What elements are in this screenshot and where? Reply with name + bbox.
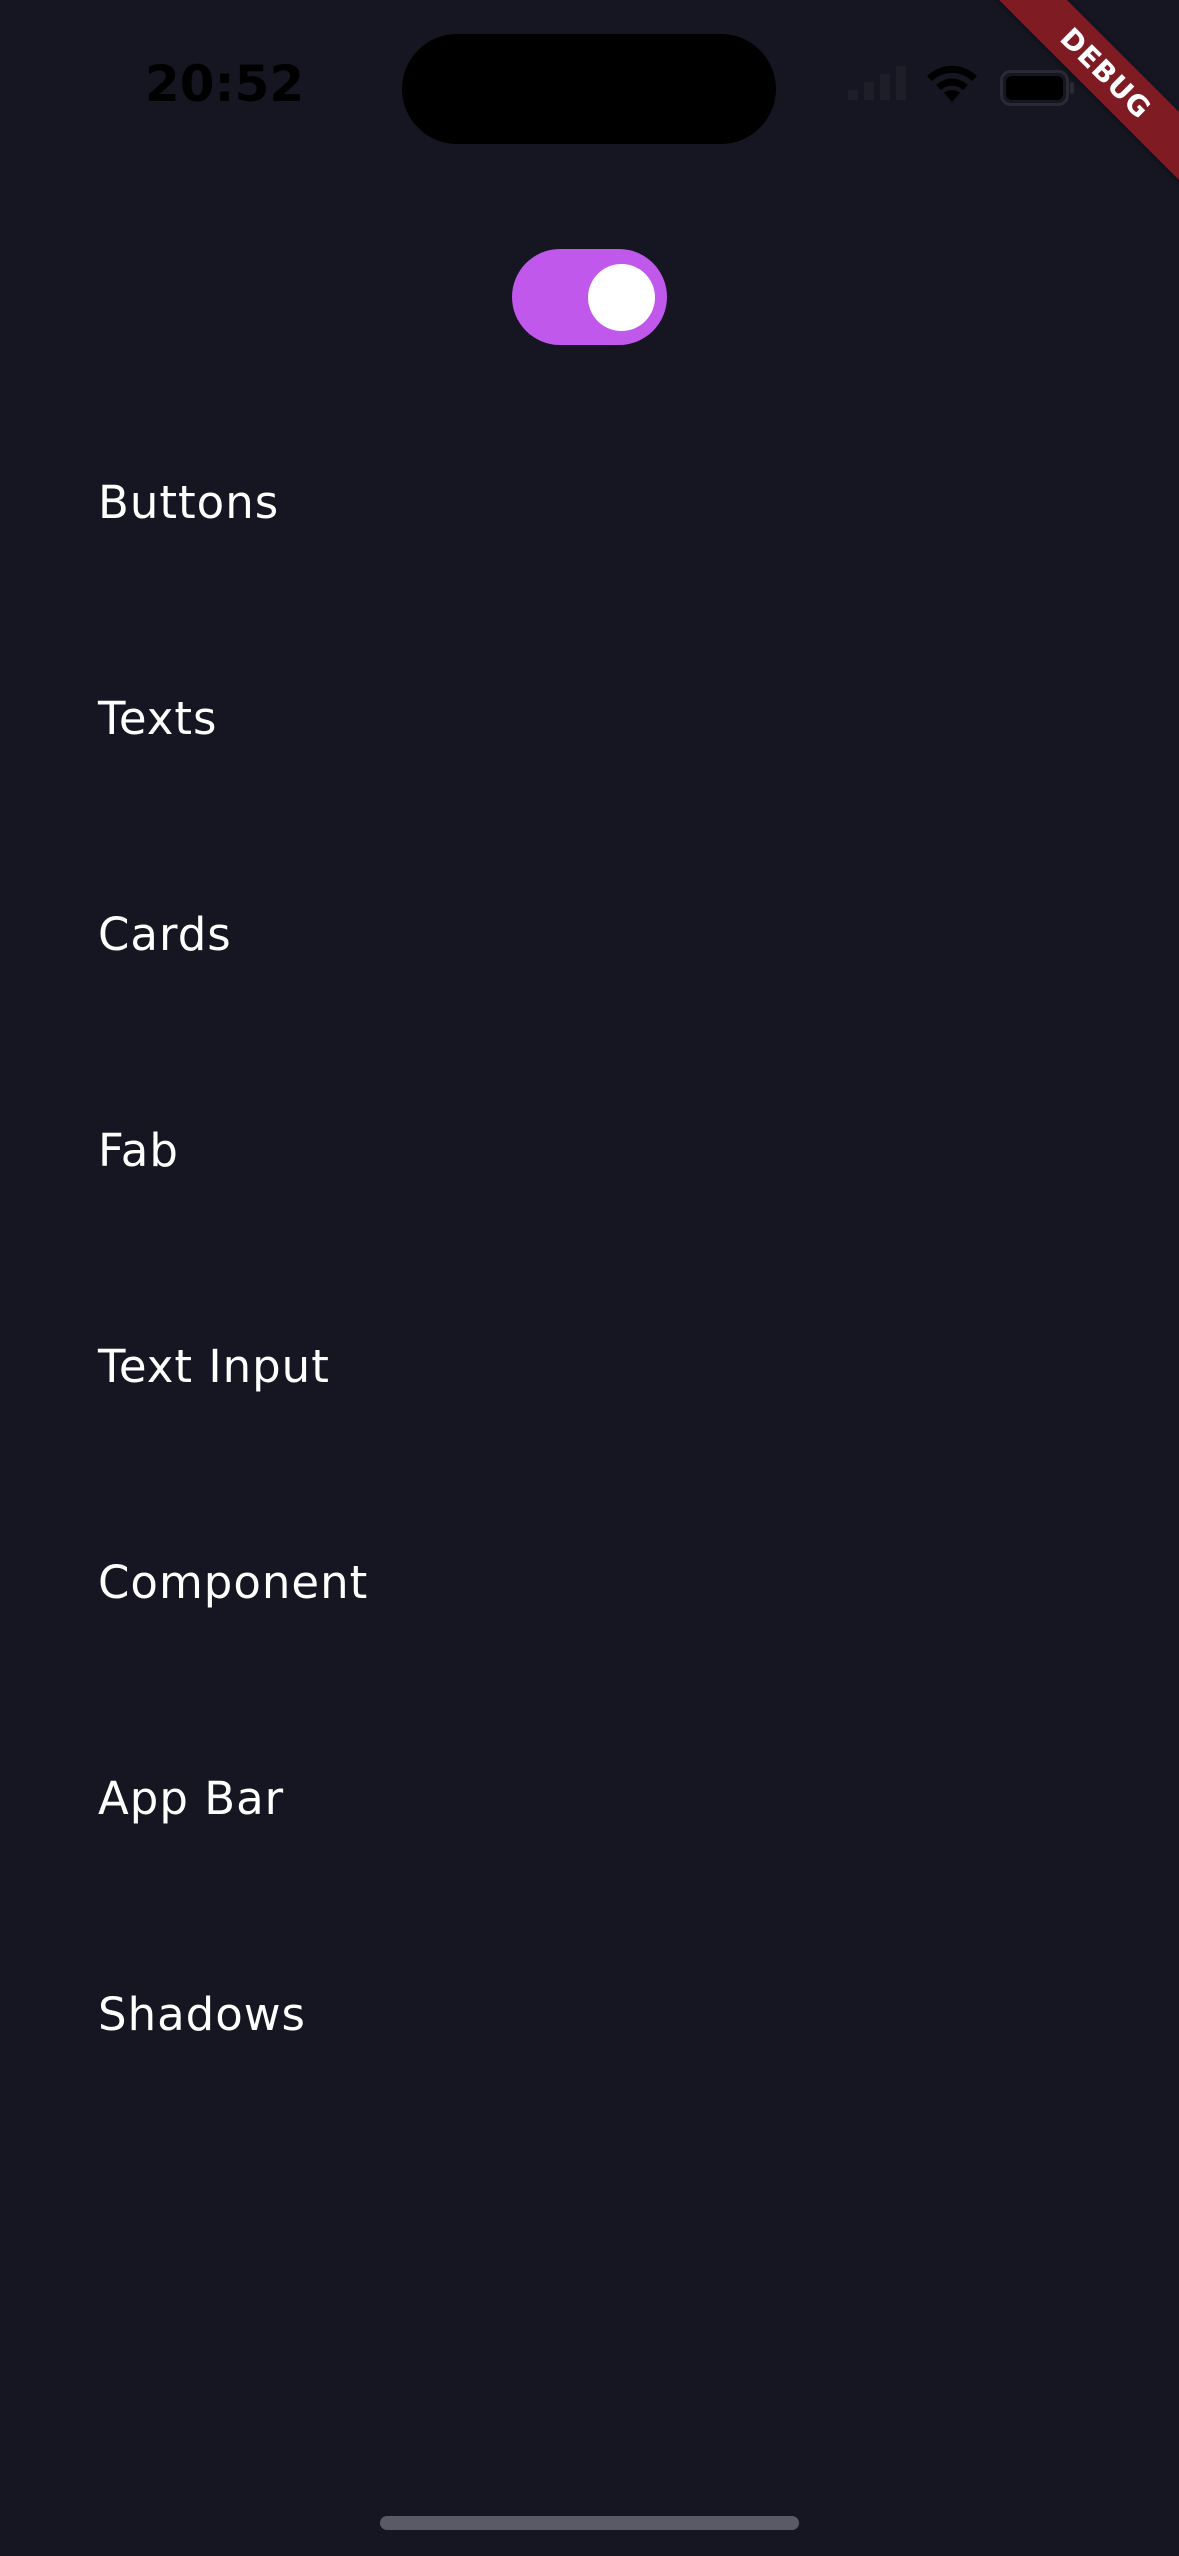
menu-item-cards[interactable]: Cards [0,826,1179,1042]
menu-item-component[interactable]: Component [0,1474,1179,1690]
toggle-knob [588,264,655,331]
menu-item-label: Texts [98,691,218,745]
menu-item-shadows[interactable]: Shadows [0,1906,1179,2122]
dynamic-island [402,34,776,144]
menu-item-buttons[interactable]: Buttons [0,394,1179,610]
battery-icon [1000,70,1074,106]
menu-item-label: Cards [98,907,232,961]
status-time: 20:52 [145,55,305,113]
menu-item-label: Fab [98,1123,179,1177]
menu-item-text-input[interactable]: Text Input [0,1258,1179,1474]
signal-icon [848,66,906,100]
theme-toggle-switch[interactable] [512,249,667,345]
wifi-icon [927,65,977,102]
menu-item-label: Component [98,1555,369,1609]
home-indicator[interactable] [380,2516,799,2530]
menu-item-label: Text Input [98,1339,330,1393]
menu-item-label: Shadows [98,1987,307,2041]
menu-item-label: App Bar [98,1771,285,1825]
component-menu-list: Buttons Texts Cards Fab Text Input Compo… [0,394,1179,2122]
menu-item-label: Buttons [98,475,280,529]
menu-item-texts[interactable]: Texts [0,610,1179,826]
app-screen: 20:52 DEBUG Buttons Texts Cards Fab Text… [0,0,1179,2556]
menu-item-fab[interactable]: Fab [0,1042,1179,1258]
menu-item-app-bar[interactable]: App Bar [0,1690,1179,1906]
